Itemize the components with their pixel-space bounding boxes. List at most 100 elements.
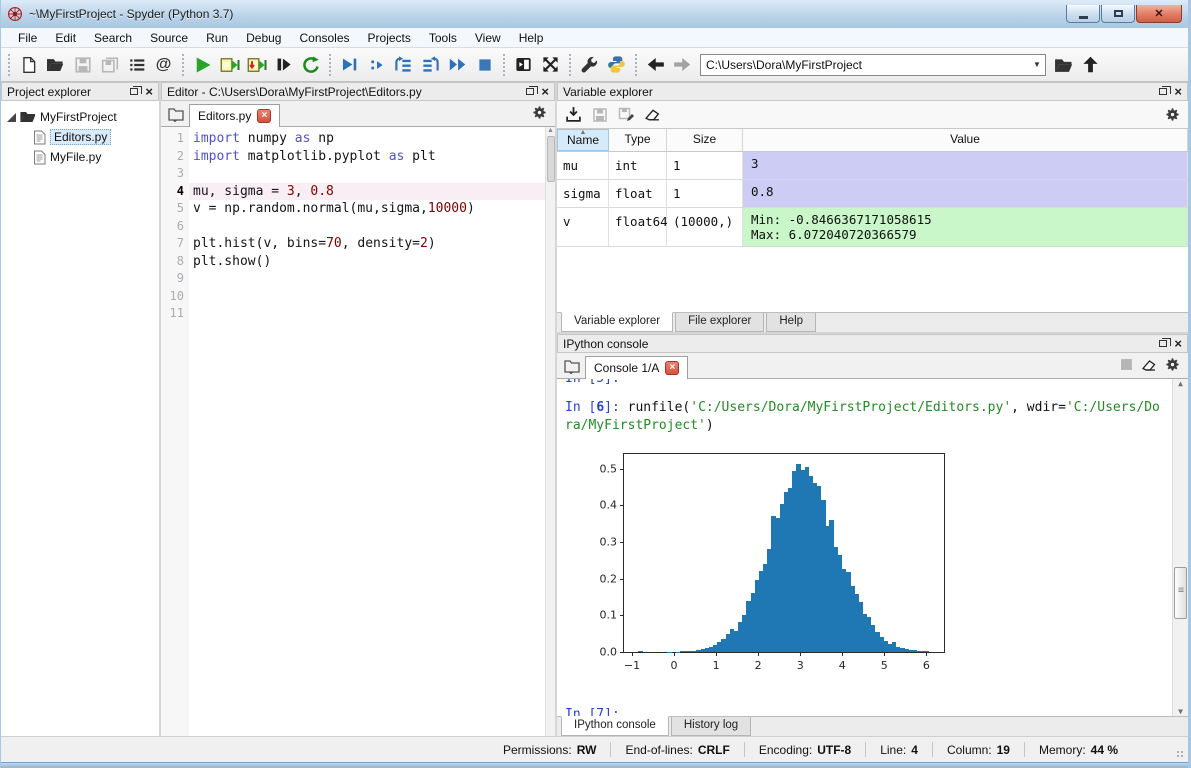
- tab-history-log[interactable]: History log: [670, 717, 752, 736]
- python-path-button[interactable]: [603, 51, 630, 78]
- options-gear-icon[interactable]: [532, 105, 547, 120]
- step-return-button[interactable]: [417, 51, 444, 78]
- menu-item-consoles[interactable]: Consoles: [290, 29, 358, 47]
- parent-directory-button[interactable]: [1077, 51, 1104, 78]
- code-line[interactable]: [189, 305, 545, 323]
- code-line[interactable]: v = np.random.normal(mu,sigma,10000): [189, 200, 545, 218]
- maximize-pane-button[interactable]: [537, 51, 564, 78]
- close-pane-icon[interactable]: ×: [541, 85, 549, 98]
- tree-item-myfile-py[interactable]: MyFile.py: [3, 147, 157, 167]
- menu-item-help[interactable]: Help: [510, 29, 553, 47]
- code-line[interactable]: mu, sigma = 3, 0.8: [189, 182, 545, 200]
- menu-item-run[interactable]: Run: [197, 29, 237, 47]
- code-line[interactable]: import numpy as np: [189, 130, 545, 148]
- code-line[interactable]: [189, 218, 545, 236]
- column-header-type[interactable]: Type: [609, 129, 667, 151]
- undock-icon[interactable]: [1159, 86, 1172, 95]
- menu-item-view[interactable]: View: [466, 29, 510, 47]
- step-over-button[interactable]: [390, 51, 417, 78]
- menu-item-file[interactable]: File: [9, 29, 46, 47]
- toolbar-drag-handle[interactable]: [634, 53, 638, 76]
- code-line[interactable]: [189, 270, 545, 288]
- menu-item-edit[interactable]: Edit: [46, 29, 85, 47]
- save-data-icon[interactable]: [592, 107, 608, 123]
- close-tab-icon[interactable]: ×: [257, 109, 272, 123]
- tab-help[interactable]: Help: [766, 313, 817, 332]
- column-header-size[interactable]: Size: [667, 129, 743, 151]
- code-line[interactable]: import matplotlib.pyplot as plt: [189, 148, 545, 166]
- run-cell-advance-button[interactable]: [243, 51, 270, 78]
- close-pane-icon[interactable]: ×: [145, 85, 153, 98]
- remove-variables-eraser-icon[interactable]: [644, 106, 661, 123]
- stop-debug-button[interactable]: [471, 51, 498, 78]
- open-file-button[interactable]: [42, 51, 69, 78]
- scroll-up-icon[interactable]: ▲: [1178, 379, 1183, 388]
- scrollbar-thumb[interactable]: [546, 136, 555, 182]
- window-layout-button[interactable]: [510, 51, 537, 78]
- interrupt-kernel-icon[interactable]: [1120, 358, 1133, 371]
- clear-console-eraser-icon[interactable]: [1141, 357, 1157, 373]
- toolbar-drag-handle[interactable]: [502, 53, 506, 76]
- run-selection-button[interactable]: [270, 51, 297, 78]
- console-scrollbar[interactable]: ▲ ▼: [1172, 379, 1188, 716]
- rerun-cell-button[interactable]: [297, 51, 324, 78]
- run-cell-button[interactable]: [216, 51, 243, 78]
- continue-button[interactable]: [444, 51, 471, 78]
- scroll-down-icon[interactable]: ▼: [1178, 707, 1183, 716]
- back-button[interactable]: [642, 51, 669, 78]
- code-line[interactable]: [189, 165, 545, 183]
- project-root-item[interactable]: MyFirstProject: [3, 107, 157, 127]
- debug-cell-button[interactable]: [363, 51, 390, 78]
- menu-item-debug[interactable]: Debug: [237, 29, 290, 47]
- code-editor[interactable]: 1 2 3 4 5 6 7 8 9 10 11 import numpy as np import m…: [161, 127, 555, 736]
- column-header-value[interactable]: Value: [743, 129, 1188, 151]
- working-directory-combobox[interactable]: C:\Users\Dora\MyFirstProject ▼: [700, 53, 1046, 76]
- open-directory-button[interactable]: [1050, 51, 1077, 78]
- tree-item-editors-py[interactable]: Editors.py: [3, 127, 157, 147]
- variable-row-mu[interactable]: mu int 1 3: [557, 152, 1188, 180]
- menu-item-source[interactable]: Source: [141, 29, 197, 47]
- editor-tab-editors-py[interactable]: Editors.py ×: [189, 104, 281, 127]
- editor-scrollbar[interactable]: ▲: [545, 127, 555, 736]
- browse-tabs-icon[interactable]: [163, 102, 189, 126]
- variables-table[interactable]: Name ▲ Type Size Value mu int 1 3 sigma float 1 0.8…: [557, 128, 1188, 312]
- close-pane-icon[interactable]: ×: [1174, 85, 1182, 98]
- undock-icon[interactable]: [130, 86, 143, 95]
- scroll-up-icon[interactable]: ▲: [547, 127, 554, 134]
- chevron-down-icon[interactable]: ▼: [1029, 55, 1045, 75]
- toolbar-drag-handle[interactable]: [181, 53, 185, 76]
- column-header-name[interactable]: Name ▲: [557, 129, 609, 151]
- resize-grip[interactable]: [1177, 751, 1185, 759]
- debug-file-button[interactable]: [336, 51, 363, 78]
- save-all-button[interactable]: [96, 51, 123, 78]
- code-line[interactable]: plt.hist(v, bins=70, density=2): [189, 235, 545, 253]
- run-file-button[interactable]: [189, 51, 216, 78]
- save-button[interactable]: [69, 51, 96, 78]
- options-gear-icon[interactable]: [1165, 357, 1180, 372]
- close-button[interactable]: ✕: [1136, 5, 1182, 23]
- undock-icon[interactable]: [1159, 338, 1172, 347]
- outline-explorer-button[interactable]: [123, 51, 150, 78]
- console-output[interactable]: In [5]: In [6]: runfile('C:/Users/Dora/M…: [557, 379, 1188, 716]
- preferences-wrench-button[interactable]: [576, 51, 603, 78]
- close-tab-icon[interactable]: ×: [665, 361, 680, 375]
- tab-file-explorer[interactable]: File explorer: [675, 313, 765, 332]
- tab-variable-explorer[interactable]: Variable explorer: [561, 312, 674, 332]
- forward-button[interactable]: [669, 51, 696, 78]
- toolbar-drag-handle[interactable]: [568, 53, 572, 76]
- find-symbols-button[interactable]: @: [150, 51, 177, 78]
- code-line[interactable]: [189, 288, 545, 306]
- menu-item-tools[interactable]: Tools: [420, 29, 466, 47]
- minimize-button[interactable]: [1066, 5, 1100, 23]
- save-data-as-icon[interactable]: [618, 107, 634, 123]
- import-data-icon[interactable]: [565, 106, 582, 123]
- variable-row-v[interactable]: v float64 (10000,) Min: -0.8466367171058615…: [557, 208, 1188, 247]
- tab-ipython-console[interactable]: IPython console: [561, 716, 669, 736]
- menu-item-projects[interactable]: Projects: [359, 29, 420, 47]
- code-line[interactable]: plt.show(): [189, 253, 545, 271]
- maximize-button[interactable]: [1101, 5, 1135, 23]
- scrollbar-thumb[interactable]: [1174, 566, 1187, 619]
- new-file-button[interactable]: [15, 51, 42, 78]
- console-tab[interactable]: Console 1/A ×: [585, 356, 689, 379]
- menu-item-search[interactable]: Search: [85, 29, 141, 47]
